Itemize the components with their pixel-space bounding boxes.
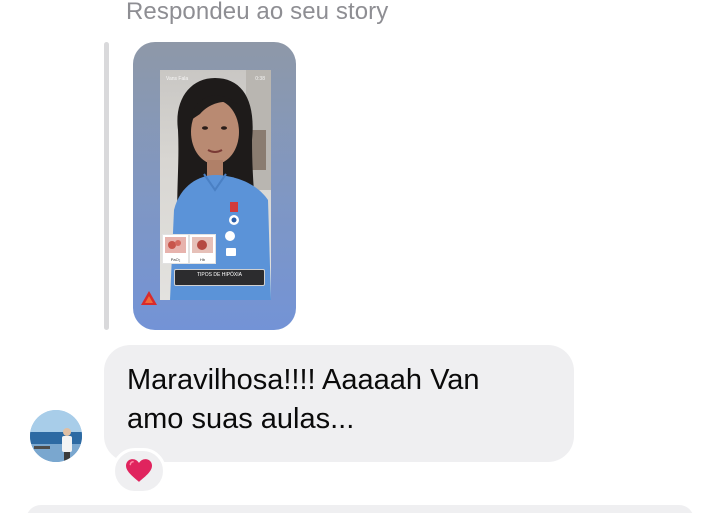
story-handle: Vans Fala [166, 76, 189, 82]
reply-context-label: Respondeu ao seu story [126, 0, 389, 25]
thumbnail-label-left: PaO₂ [170, 257, 181, 262]
story-thumbnail-right: Hb [189, 234, 216, 264]
story-time: 0:38 [255, 76, 265, 82]
story-person-image [170, 70, 271, 300]
avatar-photo [30, 410, 82, 462]
story-caption: TIPOS DE HIPÓXIA [174, 269, 265, 286]
message-bubble[interactable]: Maravilhosa!!!! Aaaaah Van amo suas aula… [104, 345, 574, 462]
story-logo-icon [141, 291, 157, 305]
thumbnail-label-right: Hb [199, 257, 206, 262]
story-preview[interactable]: Vans Fala 0:38 PaO₂ Hb TIPOS DE HIPÓXIA [133, 42, 296, 330]
quote-bar [104, 42, 109, 330]
message-reaction[interactable] [112, 448, 166, 494]
message-line-1: Maravilhosa!!!! Aaaaah Van [127, 364, 480, 396]
next-message-bubble[interactable] [26, 505, 694, 513]
thumbnail-image-left [165, 237, 186, 253]
story-thumbnail-left: PaO₂ [162, 234, 189, 264]
thumbnail-image-right [192, 237, 213, 253]
red-heart-icon [126, 459, 152, 482]
sender-avatar[interactable] [30, 410, 82, 462]
message-line-2: amo suas aulas... [127, 403, 355, 435]
dm-thread: Respondeu ao seu story Vans Fala 0:38 Pa… [0, 0, 720, 513]
story-video-frame: Vans Fala 0:38 PaO₂ Hb [160, 70, 271, 300]
